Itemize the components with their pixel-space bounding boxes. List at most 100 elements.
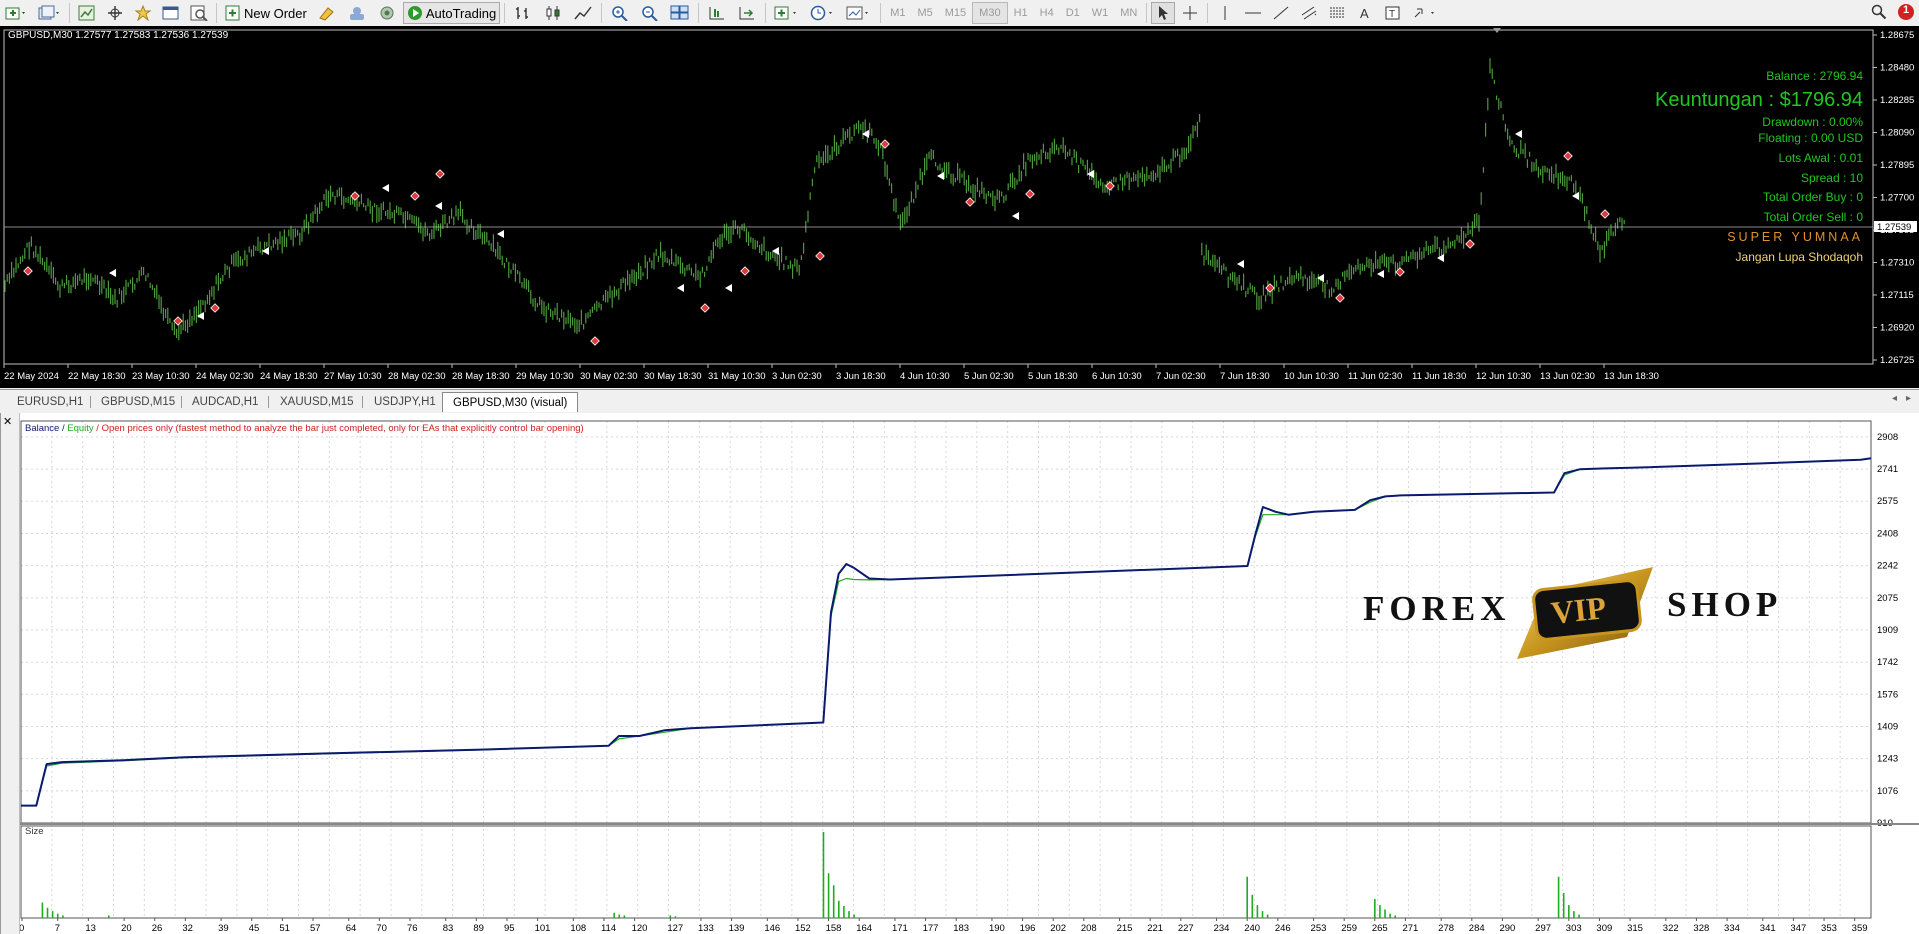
tab-audcad-h1[interactable]: AUDCAD,H1: [182, 393, 268, 411]
x-tick-label: 20: [121, 923, 132, 934]
tab-eurusd-h1[interactable]: EURUSD,H1: [7, 393, 93, 411]
close-icon[interactable]: ✕: [3, 415, 12, 428]
tab-scroll-right-icon[interactable]: ▸: [1906, 393, 1911, 404]
data-window-icon[interactable]: [102, 2, 128, 24]
floating-info: Floating : 0.00 USD: [1758, 131, 1863, 145]
x-tick-label: 120: [632, 923, 648, 934]
auto-scroll-icon[interactable]: [733, 2, 761, 24]
tab-usdjpy-h1[interactable]: USDJPY,H1: [364, 393, 446, 411]
timeframe-m5[interactable]: M5: [911, 2, 938, 24]
new-chart-icon[interactable]: [1, 2, 31, 24]
navigator-icon[interactable]: [130, 2, 156, 24]
time-tick-label: 5 Jun 02:30: [964, 371, 1014, 382]
deal-marker: [1377, 270, 1384, 278]
price-chart[interactable]: 1.28675 1.28480 1.28285 1.28090 1.27895 1.277…: [0, 26, 1919, 388]
x-tick-label: 95: [504, 923, 515, 934]
x-tick-label: 0: [20, 923, 24, 934]
timeframe-m30[interactable]: M30: [972, 2, 1008, 24]
x-tick-label: 221: [1147, 923, 1163, 934]
price-chart-canvas[interactable]: 1.28675 1.28480 1.28285 1.28090 1.27895 1.277…: [0, 26, 1919, 388]
notifications-icon[interactable]: 1: [1897, 3, 1915, 24]
autotrading-button[interactable]: AutoTrading: [402, 2, 501, 24]
x-tick-label: 39: [218, 923, 229, 934]
indicators-icon[interactable]: [770, 2, 804, 24]
equidistant-channel-icon[interactable]: [1296, 2, 1322, 24]
chart-shift-icon[interactable]: [703, 2, 731, 24]
tab-xauusd-m15[interactable]: XAUUSD,M15: [270, 393, 364, 411]
search-icon[interactable]: [1871, 4, 1887, 23]
bar-chart-icon[interactable]: [509, 2, 537, 24]
deal-marker: [1600, 209, 1610, 219]
time-tick-label: 12 Jun 10:30: [1476, 371, 1531, 382]
forex-vip-shop-logo: FOREX VIP SHOP: [1363, 563, 1783, 663]
timeframe-mn[interactable]: MN: [1114, 2, 1143, 24]
x-tick-label: 341: [1760, 923, 1776, 934]
text-label-icon[interactable]: T: [1380, 2, 1406, 24]
x-tick-label: 202: [1050, 923, 1066, 934]
text-tool-icon[interactable]: A: [1352, 2, 1378, 24]
logo-text-shop: SHOP: [1667, 585, 1783, 624]
periods-icon[interactable]: [806, 2, 840, 24]
price-tick-label: 1.27310: [1880, 258, 1914, 269]
y-tick-label: 1909: [1877, 625, 1898, 636]
zoom-in-icon[interactable]: [606, 2, 634, 24]
horizontal-line-icon[interactable]: [1240, 2, 1266, 24]
timeframe-w1[interactable]: W1: [1086, 2, 1115, 24]
signals-icon[interactable]: [373, 2, 401, 24]
x-tick-label: 76: [407, 923, 418, 934]
deal-marker: [1265, 283, 1275, 293]
x-tick-label: 164: [856, 923, 872, 934]
vertical-line-icon[interactable]: [1212, 2, 1238, 24]
price-tick-label: 1.28480: [1880, 63, 1914, 74]
current-price-label: 1.27539: [1877, 222, 1911, 233]
x-tick-label: 32: [182, 923, 193, 934]
cursor-icon[interactable]: [1151, 2, 1176, 24]
candlesticks-icon[interactable]: [539, 2, 567, 24]
balance-info: Balance : 2796.94: [1766, 69, 1863, 83]
templates-icon[interactable]: [842, 2, 876, 24]
deal-marker: [1025, 189, 1035, 199]
terminal-icon[interactable]: [158, 2, 184, 24]
deal-marker: [1087, 170, 1094, 178]
crosshair-icon[interactable]: [1177, 2, 1203, 24]
logo-text-vip: VIP: [1549, 589, 1608, 631]
deal-marker: [435, 202, 442, 210]
size-label: Size: [25, 826, 44, 837]
metaeditor-icon[interactable]: [313, 2, 341, 24]
deal-marker: [880, 139, 890, 149]
tab-gbpusd-m15[interactable]: GBPUSD,M15: [91, 393, 185, 411]
timeframe-h4[interactable]: H4: [1034, 2, 1060, 24]
time-tick-label: 24 May 02:30: [196, 371, 254, 382]
community-icon[interactable]: [343, 2, 371, 24]
deal-marker: [1515, 130, 1522, 138]
strategy-tester-icon[interactable]: [186, 2, 212, 24]
x-tick-label: 284: [1469, 923, 1485, 934]
deal-marker: [1563, 151, 1573, 161]
zoom-out-icon[interactable]: [636, 2, 664, 24]
price-tick-label: 1.28285: [1880, 95, 1914, 106]
x-tick-label: 347: [1790, 923, 1806, 934]
trendline-icon[interactable]: [1268, 2, 1294, 24]
new-order-button[interactable]: New Order: [221, 2, 311, 24]
market-watch-icon[interactable]: [74, 2, 100, 24]
y-tick-label: 2741: [1877, 464, 1898, 475]
deal-marker: [677, 284, 684, 292]
time-tick-label: 30 May 18:30: [644, 371, 702, 382]
deal-marker: [937, 172, 944, 180]
tester-sidebar: [1, 413, 20, 934]
x-tick-label: 196: [1020, 923, 1036, 934]
tile-windows-icon[interactable]: [666, 2, 694, 24]
arrows-icon[interactable]: [1408, 2, 1442, 24]
x-tick-label: 227: [1178, 923, 1194, 934]
timeframe-d1[interactable]: D1: [1060, 2, 1086, 24]
timeframe-h1[interactable]: H1: [1008, 2, 1034, 24]
profiles-icon[interactable]: [33, 2, 65, 24]
fibonacci-icon[interactable]: [1324, 2, 1350, 24]
x-tick-label: 259: [1341, 923, 1357, 934]
timeframe-m15[interactable]: M15: [939, 2, 972, 24]
line-chart-icon[interactable]: [569, 2, 597, 24]
tab-scroll-left-icon[interactable]: ◂: [1892, 393, 1897, 404]
deal-marker: [725, 284, 732, 292]
tab-gbpusd-m30-visual[interactable]: GBPUSD,M30 (visual): [442, 392, 579, 412]
timeframe-m1[interactable]: M1: [884, 2, 911, 24]
